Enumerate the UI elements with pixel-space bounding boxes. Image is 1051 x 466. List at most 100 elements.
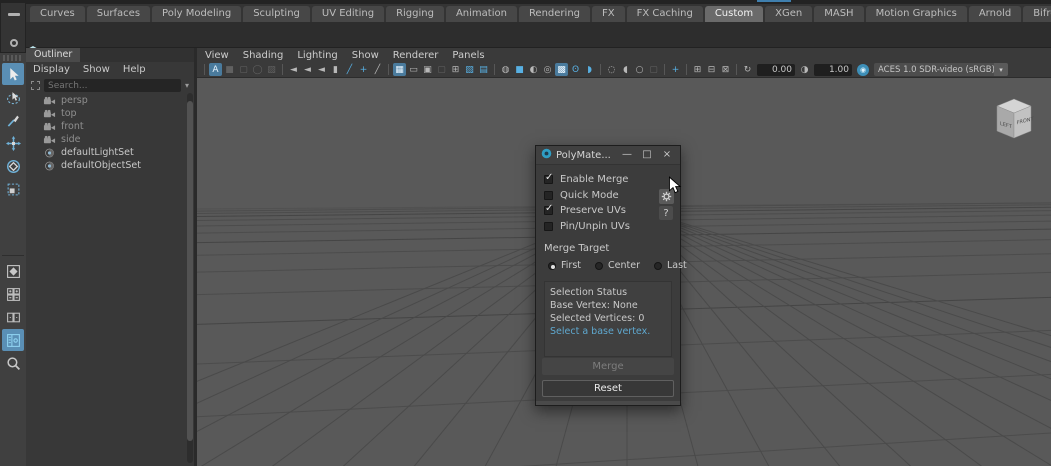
radio-option-first[interactable]: First (548, 260, 581, 271)
dropdown-arrow-icon[interactable]: ▾ (994, 63, 1008, 76)
shelf-tab-mash[interactable]: MASH (814, 6, 863, 22)
buffer-copy-icon[interactable]: ⊟ (705, 63, 718, 76)
layout-single-pane-button[interactable] (2, 260, 24, 282)
bookmarks-icon[interactable]: ▮ (329, 63, 342, 76)
dialog-titlebar[interactable]: PolyMate... — □ × (536, 146, 680, 165)
shelf-tab-rendering[interactable]: Rendering (519, 6, 590, 22)
all-lights-icon[interactable]: ◎ (541, 63, 554, 76)
annotate-icon[interactable]: ╱ (371, 63, 384, 76)
gamma-field[interactable]: 1.00 (814, 64, 852, 76)
close-button[interactable]: × (659, 147, 675, 163)
viewport-menu-show[interactable]: Show (352, 50, 379, 61)
object-mode-icon[interactable]: ■ (223, 63, 236, 76)
outliner-menu-display[interactable]: Display (33, 64, 70, 75)
search-dropdown-icon[interactable]: ▾ (185, 81, 189, 90)
film-gate-icon[interactable]: ▭ (407, 63, 420, 76)
zoom-tool-button[interactable] (2, 352, 24, 374)
snap-point-icon[interactable]: ▨ (265, 63, 278, 76)
outliner-menu-help[interactable]: Help (123, 64, 146, 75)
shelf-tab-bifrost[interactable]: Bifrost (1023, 6, 1051, 22)
checkbox-quick-mode[interactable] (544, 191, 553, 200)
resolution-gate-icon[interactable]: ▣ (421, 63, 434, 76)
shelf-tab-surfaces[interactable]: Surfaces (87, 6, 150, 22)
outliner-search-input[interactable] (44, 79, 181, 92)
collapse-menu-icon[interactable] (8, 13, 20, 16)
color-management-icon[interactable]: ◉ (857, 64, 869, 76)
shelf-tab-rigging[interactable]: Rigging (386, 6, 444, 22)
gamma-toggle-icon[interactable]: ◑ (798, 63, 811, 76)
buffer-close-icon[interactable]: ⊠ (719, 63, 732, 76)
occlusion-icon[interactable]: ◌ (605, 63, 618, 76)
outliner-item-persp[interactable]: persp (26, 94, 194, 107)
viewport-menu-lighting[interactable]: Lighting (297, 50, 337, 61)
shelf-tab-fx-caching[interactable]: FX Caching (627, 6, 703, 22)
exposure-field[interactable]: 0.00 (757, 64, 795, 76)
field-chart-icon[interactable]: ⊞ (449, 63, 462, 76)
dialog-resize-strip[interactable] (536, 401, 680, 405)
colorspace-select[interactable]: ACES 1.0 SDR-video (sRGB)▾ (874, 63, 1008, 76)
select-base-vertex-link[interactable]: Select a base vertex. (550, 325, 666, 338)
help-button[interactable]: ? (659, 206, 673, 220)
lighting-icon[interactable]: ʘ (569, 63, 582, 76)
shelf-tab-animation[interactable]: Animation (446, 6, 517, 22)
pivot-snap-icon[interactable]: + (357, 63, 370, 76)
shelf-tab-fx[interactable]: FX (592, 6, 625, 22)
viewport-menu-shading[interactable]: Shading (243, 50, 284, 61)
scrollbar-thumb[interactable] (187, 101, 193, 441)
reset-button[interactable]: Reset (542, 380, 674, 397)
merge-button[interactable]: Merge (542, 358, 674, 375)
viewport-menu-panels[interactable]: Panels (452, 50, 484, 61)
rotate-tool-button[interactable] (2, 155, 24, 177)
maximize-button[interactable]: □ (639, 147, 655, 163)
shelf-tab-curves[interactable]: Curves (30, 6, 85, 22)
outliner-scrollbar[interactable] (187, 93, 193, 463)
radio-center[interactable] (595, 262, 603, 270)
isolate-select-icon[interactable]: ⊞ (691, 63, 704, 76)
lock-camera-icon[interactable]: ◄ (301, 63, 314, 76)
outliner-item-defaultlightset[interactable]: defaultLightSet (26, 146, 194, 159)
safe-action-icon[interactable]: ▧ (463, 63, 476, 76)
textured-mode-icon[interactable]: ◐ (527, 63, 540, 76)
use-default-material-icon[interactable]: ▩ (555, 63, 568, 76)
selection-highlight-mode-icon[interactable]: A (209, 63, 222, 76)
exposure-toggle-icon[interactable]: ↻ (741, 63, 754, 76)
layout-outliner-persp-button[interactable] (2, 329, 24, 351)
shelf-tab-xgen[interactable]: XGen (765, 6, 812, 22)
camera-attributes-icon[interactable]: ◄ (315, 63, 328, 76)
search-filter-icon[interactable] (31, 81, 40, 90)
checkbox-preserve-uvs[interactable]: ✓ (544, 206, 553, 215)
shaded-mode-icon[interactable]: ■ (513, 63, 526, 76)
minimize-button[interactable]: — (619, 147, 635, 163)
checkbox-enable-merge[interactable]: ✓ (544, 175, 553, 184)
outliner-item-top[interactable]: top (26, 107, 194, 120)
motion-blur-icon[interactable]: ○ (633, 63, 646, 76)
checkbox-pin-unpin-uvs[interactable] (544, 222, 553, 231)
gate-mask-icon[interactable]: ▢ (435, 63, 448, 76)
outliner-tab[interactable]: Outliner (26, 48, 80, 62)
depth-of-field-icon[interactable]: ◖ (619, 63, 632, 76)
image-plane-icon[interactable]: ╱ (343, 63, 356, 76)
viewport-menu-renderer[interactable]: Renderer (393, 50, 439, 61)
shelf-tab-uv-editing[interactable]: UV Editing (312, 6, 384, 22)
grid-display-icon[interactable]: ▦ (393, 63, 406, 76)
radio-option-center[interactable]: Center (595, 260, 640, 271)
safe-title-icon[interactable]: ▤ (477, 63, 490, 76)
outliner-item-side[interactable]: side (26, 133, 194, 146)
layout-four-pane-button[interactable] (2, 283, 24, 305)
layout-two-pane-button[interactable] (2, 306, 24, 328)
snap-to-cursor-icon[interactable]: + (669, 63, 682, 76)
snap-grid-icon[interactable]: ▢ (237, 63, 250, 76)
fog-icon[interactable]: ▢ (647, 63, 660, 76)
snap-curve-icon[interactable]: ◯ (251, 63, 264, 76)
shelf-tab-poly-modeling[interactable]: Poly Modeling (152, 6, 241, 22)
select-camera-icon[interactable]: ◄ (287, 63, 300, 76)
move-tool-button[interactable] (2, 132, 24, 154)
shelf-tab-motion-graphics[interactable]: Motion Graphics (866, 6, 967, 22)
shelf-tab-custom[interactable]: Custom (705, 6, 763, 22)
wireframe-mode-icon[interactable]: ◍ (499, 63, 512, 76)
toolbox-grip[interactable] (3, 55, 23, 61)
lasso-select-tool-button[interactable] (2, 86, 24, 108)
outliner-item-front[interactable]: front (26, 120, 194, 133)
shelf-tab-sculpting[interactable]: Sculpting (243, 6, 310, 22)
viewport-menu-view[interactable]: View (205, 50, 229, 61)
